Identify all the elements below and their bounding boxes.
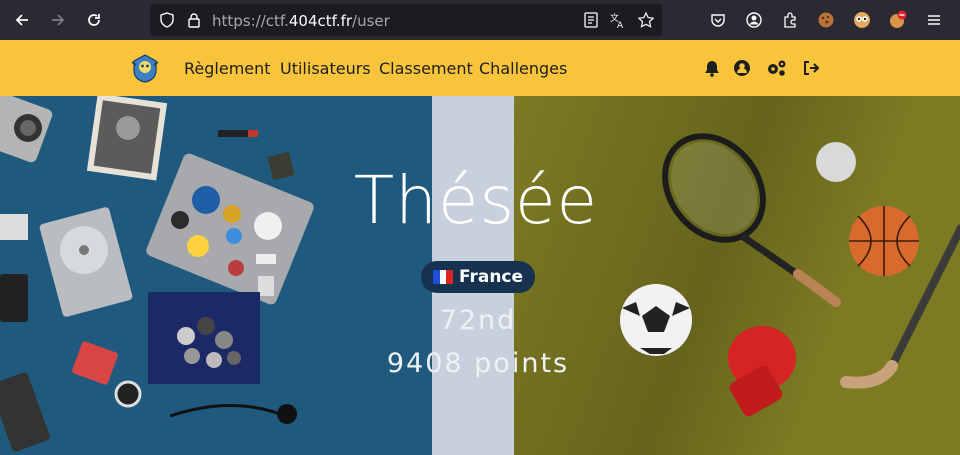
forward-icon[interactable] <box>46 8 70 32</box>
tool-image <box>0 372 50 452</box>
reload-icon[interactable] <box>82 8 106 32</box>
cable-end-image <box>277 404 297 424</box>
settings-icon[interactable] <box>766 59 788 77</box>
nav-link-challenges[interactable]: Challenges <box>479 59 567 78</box>
profile-hero: Thésée France 72nd 9408 points <box>0 96 960 455</box>
cookie-extension-icon[interactable] <box>815 9 837 31</box>
browser-toolbar: https://ctf.404ctf.fr/user 文A <box>0 0 960 40</box>
nav-link-utilisateurs[interactable]: Utilisateurs <box>280 59 371 78</box>
country-name: France <box>458 267 524 287</box>
bell-icon[interactable] <box>703 59 721 77</box>
site-navbar: Règlement Utilisateurs Classement Challe… <box>0 40 960 96</box>
camera-image <box>0 96 53 163</box>
pocket-icon[interactable] <box>707 9 729 31</box>
lock-icon[interactable] <box>183 9 205 31</box>
team-rank: 72nd <box>439 305 517 336</box>
key-fob-image <box>114 380 142 408</box>
url-path: /user <box>352 12 390 30</box>
cable-image <box>169 403 281 418</box>
site-logo[interactable] <box>129 52 161 84</box>
france-flag-icon <box>432 270 453 284</box>
team-points: 9408 points <box>386 348 570 379</box>
translate-icon[interactable]: 文A <box>607 9 629 31</box>
eyes-extension-icon[interactable] <box>851 9 873 31</box>
account-icon[interactable] <box>743 9 765 31</box>
bookmark-star-icon[interactable] <box>635 9 657 31</box>
usb-tip-image <box>248 130 258 137</box>
url-host: 404ctf.fr <box>288 12 353 30</box>
reader-view-icon[interactable] <box>580 9 602 31</box>
shield-icon[interactable] <box>156 9 178 31</box>
back-icon[interactable] <box>10 8 34 32</box>
url-text: https://ctf.404ctf.fr/user <box>212 12 390 30</box>
blocker-extension-icon[interactable] <box>887 9 909 31</box>
url-bar[interactable]: https://ctf.404ctf.fr/user 文A <box>150 4 662 36</box>
logout-icon[interactable] <box>802 59 820 77</box>
extensions-icon[interactable] <box>779 9 801 31</box>
user-icon[interactable] <box>733 59 751 77</box>
team-name: Thésée <box>353 162 599 239</box>
nav-link-reglement[interactable]: Règlement <box>184 59 271 78</box>
country-badge: France <box>421 261 535 293</box>
menu-icon[interactable] <box>923 9 945 31</box>
nav-link-classement[interactable]: Classement <box>379 59 473 78</box>
url-scheme: https://ctf. <box>212 12 289 30</box>
svg-text:A: A <box>617 21 624 29</box>
